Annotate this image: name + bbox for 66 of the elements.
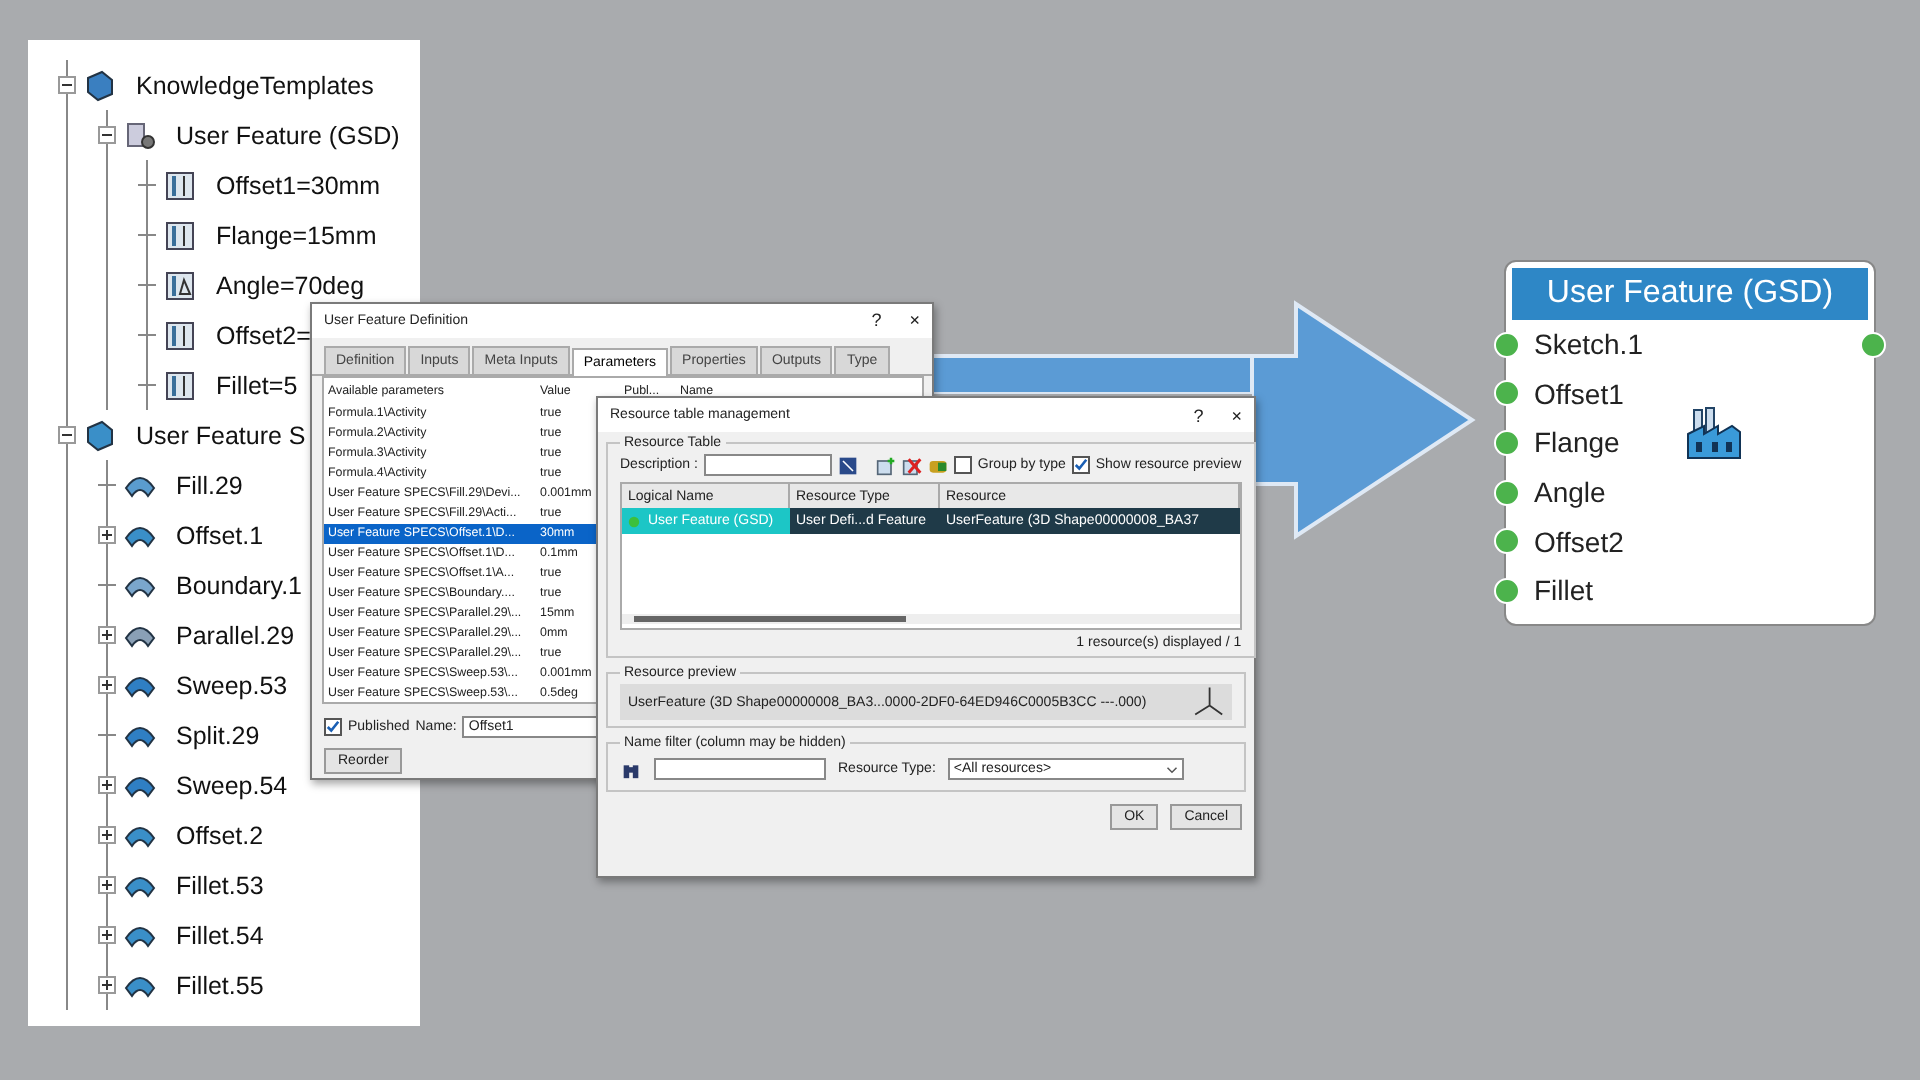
input-port[interactable] [1494,429,1520,456]
node-title: User Feature (GSD) [1512,268,1868,320]
output-port[interactable] [1860,331,1886,358]
port-label: Flange [1534,426,1620,459]
delete-icon[interactable] [901,455,922,475]
tree-label[interactable]: Offset1=30mm [216,171,381,199]
close-button[interactable]: × [1231,405,1242,425]
input-port[interactable] [1494,380,1520,407]
tree-label[interactable]: Offset.2 [176,821,264,849]
tree-label[interactable]: Flange=15mm [216,221,377,249]
help-button[interactable]: ? [871,310,882,331]
database-icon[interactable] [927,455,948,475]
tree-label[interactable]: Fillet=5 [216,371,298,399]
port-label: Offset2 [1534,525,1624,558]
tree-label[interactable]: Offset2= [216,321,311,349]
expand-icon[interactable] [98,926,116,944]
tree-label[interactable]: Sweep.53 [176,671,288,699]
status-dot-icon [628,515,640,527]
expand-icon[interactable] [98,876,116,894]
help-button[interactable]: ? [1193,405,1204,425]
tree-label: KnowledgeTemplates [136,71,374,99]
table-icon[interactable] [837,455,858,475]
tree-label[interactable]: Angle=70deg [216,271,365,299]
checkbox[interactable] [1071,456,1090,474]
tree-label[interactable]: Split.29 [176,721,260,749]
tree-label[interactable]: Boundary.1 [176,571,303,599]
filter-field[interactable] [654,758,826,780]
parameter-icon [164,319,196,351]
parameter-icon [164,169,196,201]
tree-item[interactable]: KnowledgeTemplates [58,60,420,110]
parameter-icon [164,219,196,251]
port-label: Fillet [1534,574,1594,607]
collapse-icon[interactable] [58,426,76,444]
expand-icon[interactable] [98,776,116,794]
expand-icon[interactable] [98,526,116,544]
input-port[interactable] [1494,577,1520,604]
port-label: Offset1 [1534,377,1624,410]
parameter-icon [164,369,196,401]
tree-label[interactable]: Fill.29 [176,471,243,499]
port-label: Angle [1534,476,1606,509]
port-label: Sketch.1 [1534,328,1643,361]
input-port[interactable] [1494,528,1520,555]
tree-label[interactable]: User Feature (GSD) [176,121,400,149]
checkbox[interactable] [324,718,342,736]
expand-icon[interactable] [98,626,116,644]
expand-icon[interactable] [98,826,116,844]
collapse-icon[interactable] [58,76,76,94]
add-icon[interactable] [875,455,896,475]
tree-label[interactable]: Fillet.53 [176,871,264,899]
tree-label[interactable]: Parallel.29 [176,621,295,649]
tree-label[interactable]: Fillet.54 [176,921,264,949]
input-port[interactable] [1494,479,1520,506]
angle-icon [164,269,196,301]
description-field[interactable] [703,454,832,476]
expand-icon[interactable] [98,976,116,994]
tree-label[interactable]: Offset.1 [176,521,264,549]
expand-icon[interactable] [98,676,116,694]
collapse-icon[interactable] [98,126,116,144]
close-button[interactable]: × [909,310,920,331]
tree-label: User Feature S [136,421,306,449]
caret-icon [1165,765,1178,773]
tree-label[interactable]: Fillet.55 [176,971,264,999]
checkbox[interactable] [953,456,972,474]
scrollbar[interactable] [622,614,1240,624]
tree-label[interactable]: Sweep.54 [176,771,288,799]
input-port[interactable] [1494,331,1520,358]
